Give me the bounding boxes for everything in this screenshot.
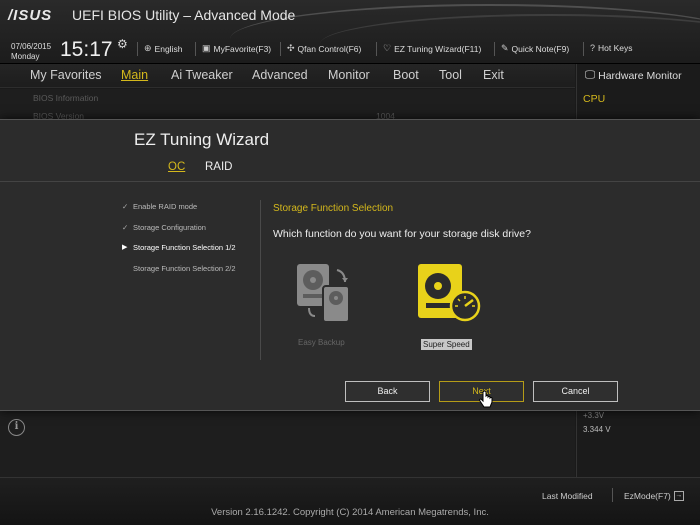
divider	[494, 42, 495, 56]
qfan-label: Qfan Control(F6)	[297, 43, 362, 54]
ez-tuning-wizard-button[interactable]: ♡ EZ Tuning Wizard(F11)	[383, 43, 481, 54]
monitor-icon: 🖵	[585, 69, 596, 81]
cpu-section-label: CPU	[583, 93, 606, 105]
step-storage-function-2: Storage Function Selection 2/2	[122, 264, 236, 273]
divider	[195, 42, 196, 56]
info-icon[interactable]: i	[8, 419, 25, 436]
menu-main[interactable]: Main	[121, 68, 148, 82]
ez-tuning-wizard-dialog: EZ Tuning Wizard OC RAID ✓ Enable RAID m…	[0, 119, 700, 411]
myfavorite-label: MyFavorite(F3)	[213, 43, 272, 54]
fan-icon: ✣	[287, 43, 295, 53]
day-text: Monday	[11, 52, 40, 61]
globe-icon: ⊕	[144, 43, 152, 53]
step-label: Storage Function Selection 1/2	[133, 243, 236, 252]
steps-divider	[260, 200, 261, 360]
version-text: Version 2.16.1242. Copyright (C) 2014 Am…	[211, 507, 489, 518]
exit-arrow-icon: →	[673, 491, 684, 501]
asus-logo: /ISUS	[8, 7, 53, 24]
hardware-monitor-label: Hardware Monitor	[598, 69, 682, 82]
divider	[280, 42, 281, 56]
back-button[interactable]: Back	[345, 381, 430, 402]
hot-keys-button[interactable]: ? Hot Keys	[590, 43, 633, 53]
menu-exit[interactable]: Exit	[483, 68, 504, 82]
dialog-title: EZ Tuning Wizard	[134, 130, 270, 149]
language-button[interactable]: ⊕ English	[144, 43, 182, 54]
divider	[612, 488, 613, 502]
clock[interactable]: 15:17	[60, 38, 113, 62]
step-label: Storage Configuration	[133, 223, 206, 232]
section-title: Storage Function Selection	[273, 203, 394, 214]
question-text: Which function do you want for your stor…	[273, 228, 531, 240]
step-storage-function-1: ▶ Storage Function Selection 1/2	[122, 243, 236, 252]
ezmode-label: EzMode(F7)	[624, 491, 671, 501]
last-modified-button[interactable]: Last Modified	[542, 491, 593, 501]
super-speed-icon	[418, 264, 481, 322]
date-display: 07/06/2015 Monday	[11, 42, 51, 62]
date-text: 07/06/2015	[11, 42, 52, 51]
app-title: UEFI BIOS Utility – Advanced Mode	[72, 7, 296, 23]
hand-cursor-icon	[479, 391, 493, 408]
hot-keys-label: Hot Keys	[598, 43, 633, 53]
cancel-button[interactable]: Cancel	[533, 381, 618, 402]
quick-note-button[interactable]: ✎ Quick Note(F9)	[501, 43, 569, 54]
menu-boot[interactable]: Boot	[393, 68, 419, 82]
wizard-icon: ♡	[383, 43, 392, 53]
menu-advanced[interactable]: Advanced	[252, 68, 308, 82]
ez-tuning-label: EZ Tuning Wizard(F11)	[394, 43, 482, 54]
step-mark	[122, 264, 129, 273]
step-label: Enable RAID mode	[133, 202, 198, 211]
easy-backup-option[interactable]: Easy Backup	[290, 258, 360, 348]
menu-tool[interactable]: Tool	[439, 68, 462, 82]
check-icon: ✓	[122, 202, 129, 211]
note-icon: ✎	[501, 43, 509, 53]
voltage-label: +3.3V	[583, 411, 605, 420]
tab-raid[interactable]: RAID	[205, 161, 232, 173]
top-bar: /ISUS UEFI BIOS Utility – Advanced Mode …	[0, 0, 700, 64]
divider	[583, 42, 584, 56]
main-menu: My Favorites Main Ai Tweaker Advanced Mo…	[0, 64, 575, 88]
gear-icon[interactable]: ⚙	[117, 37, 128, 51]
step-storage-configuration: ✓ Storage Configuration	[122, 223, 206, 232]
voltage-value: 3.344 V	[583, 425, 611, 434]
hardware-monitor-title: 🖵 Hardware Monitor	[585, 69, 682, 82]
super-speed-option[interactable]: Super Speed	[412, 258, 487, 350]
favorite-icon: ▣	[202, 43, 211, 53]
easy-backup-icon	[297, 264, 350, 323]
step-enable-raid: ✓ Enable RAID mode	[122, 202, 197, 211]
bios-information-row: BIOS Information	[33, 93, 99, 103]
menu-ai-tweaker[interactable]: Ai Tweaker	[171, 68, 233, 82]
myfavorite-button[interactable]: ▣ MyFavorite(F3)	[202, 43, 271, 54]
ezmode-button[interactable]: EzMode(F7) →	[624, 491, 684, 501]
super-speed-label: Super Speed	[421, 339, 472, 350]
language-label: English	[154, 43, 183, 54]
step-label: Storage Function Selection 2/2	[133, 264, 236, 273]
bottom-bar: Last Modified EzMode(F7) → Version 2.16.…	[0, 477, 700, 525]
divider	[376, 42, 377, 56]
easy-backup-label: Easy Backup	[298, 338, 345, 347]
quick-note-label: Quick Note(F9)	[511, 43, 570, 54]
divider	[137, 42, 138, 56]
qfan-control-button[interactable]: ✣ Qfan Control(F6)	[287, 43, 361, 54]
check-icon: ✓	[122, 223, 129, 232]
question-icon: ?	[590, 43, 596, 53]
tab-oc[interactable]: OC	[168, 161, 185, 173]
dialog-divider	[0, 181, 700, 182]
menu-monitor[interactable]: Monitor	[328, 68, 370, 82]
menu-my-favorites[interactable]: My Favorites	[30, 68, 102, 82]
current-step-arrow-icon: ▶	[122, 244, 128, 251]
